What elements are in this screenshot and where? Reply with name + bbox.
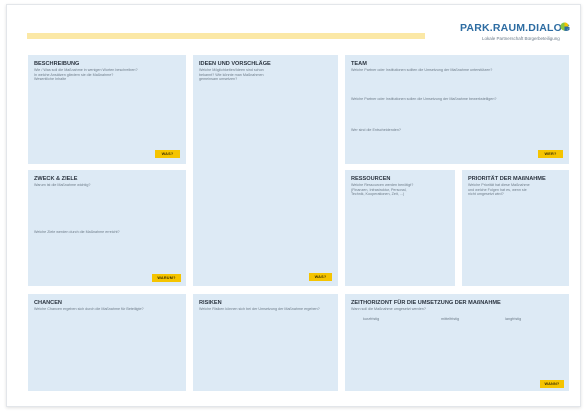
box-prompt: Technik, Kooperationen, Zeit, ...)	[351, 192, 405, 196]
logo-subtitle: Lokale Partnerschaft Bürgerbeteiligung	[482, 36, 560, 41]
tag-was: WAS?	[309, 273, 332, 281]
box-prompt: Welche Partner oder Institutionen sollen…	[351, 97, 497, 101]
tag-was: WAS?	[155, 150, 180, 158]
box-prompt: Wesentliche Inhalte	[34, 77, 67, 81]
box-ideen: IDEEN UND VORSCHLÄGE Welche Möglichkeite…	[193, 55, 338, 286]
box-title: PRIORITÄT DER MAßNAHME	[468, 176, 546, 182]
box-chancen: CHANCEN Welche Chancen ergeben sich durc…	[28, 294, 186, 391]
box-title: ZEITHORIZONT FÜR DIE UMSETZUNG DER MAßNA…	[351, 300, 501, 306]
box-title: TEAM	[351, 61, 367, 67]
box-prompt: Warum ist die Maßnahme wichtig?	[34, 183, 91, 187]
box-title: CHANCEN	[34, 300, 62, 306]
tag-wann: WANN?	[540, 380, 564, 388]
logo-mark-icon	[560, 22, 569, 31]
box-zweck: ZWECK & ZIELE Warum ist die Maßnahme wic…	[28, 170, 186, 286]
box-title: IDEEN UND VORSCHLÄGE	[199, 61, 271, 67]
box-prompt: Wer sind die Entscheidenden?	[351, 128, 401, 132]
tag-wer: WER?	[538, 150, 563, 158]
logo-title: PARK.RAUM.DIALOG	[460, 22, 571, 34]
box-prompt: Welche Chancen ergeben sich durch die Ma…	[34, 307, 144, 311]
box-team: TEAM Welche Partner oder Institutionen s…	[345, 55, 569, 164]
tag-warum: WARUM?	[152, 274, 181, 282]
box-title: RISIKEN	[199, 300, 222, 306]
box-title: BESCHREIBUNG	[34, 61, 80, 67]
timeframe-short: kurzfristig	[363, 317, 380, 321]
box-beschreibung: BESCHREIBUNG Wie / Was soll die Maßnahme…	[28, 55, 186, 164]
timeframe-long: langfristig	[505, 317, 522, 321]
box-zeithorizont: ZEITHORIZONT FÜR DIE UMSETZUNG DER MAßNA…	[345, 294, 569, 391]
header-band	[27, 33, 425, 39]
box-title: RESSOURCEN	[351, 176, 391, 182]
box-prompt: Welche Partner oder Institutionen sollte…	[351, 68, 493, 72]
box-prompt: nicht umgesetzt wird?	[468, 192, 504, 196]
box-prompt: Welche Risiken können sich bei der Umset…	[199, 307, 320, 311]
box-title: ZWECK & ZIELE	[34, 176, 78, 182]
box-ressourcen: RESSOURCEN Welche Ressourcen werden benö…	[345, 170, 455, 286]
logo: PARK.RAUM.DIALOG Lokale Partnerschaft Bü…	[460, 22, 572, 46]
box-prioritaet: PRIORITÄT DER MAßNAHME Welche Priorität …	[462, 170, 569, 286]
box-prompt: Welche Ziele werden durch die Maßnahme e…	[34, 230, 120, 234]
box-prompt: gemeinsam umsetzen?	[199, 77, 238, 81]
box-prompt: Wann soll die Maßnahme umgesetzt werden?	[351, 307, 426, 311]
box-risiken: RISIKEN Welche Risiken können sich bei d…	[193, 294, 338, 391]
timeframe-medium: mittelfristig	[441, 317, 460, 321]
